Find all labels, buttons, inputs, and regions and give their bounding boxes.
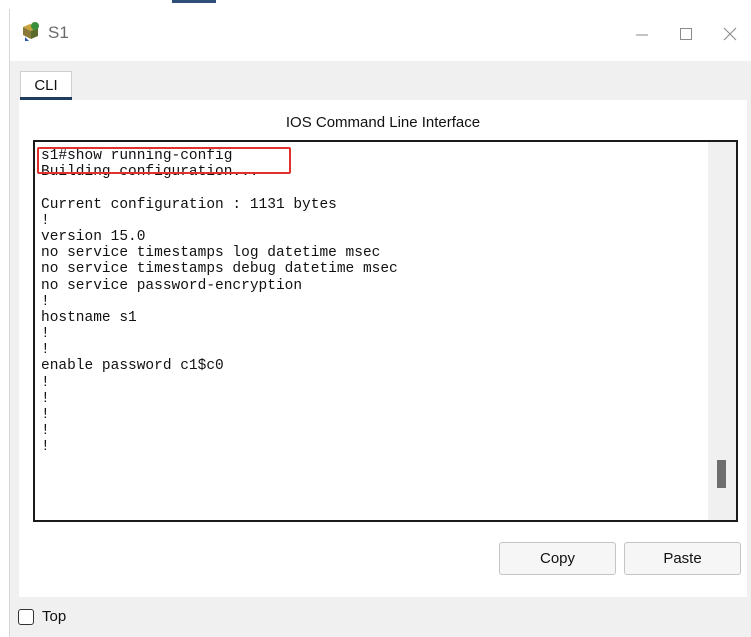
maximize-button[interactable] bbox=[666, 19, 706, 49]
minimize-button[interactable] bbox=[622, 19, 662, 49]
top-checkbox[interactable] bbox=[18, 609, 34, 625]
terminal-line: no service timestamps debug datetime mse… bbox=[41, 261, 398, 278]
panel-title: IOS Command Line Interface bbox=[285, 114, 481, 131]
terminal-line: ! bbox=[41, 212, 50, 229]
terminal-line: ! bbox=[41, 342, 50, 359]
copy-button[interactable]: Copy bbox=[499, 542, 616, 575]
bottom-bar: Top bbox=[10, 599, 751, 637]
close-button[interactable] bbox=[710, 19, 750, 49]
terminal-line: hostname s1 bbox=[41, 309, 137, 326]
terminal-scrollbar[interactable] bbox=[708, 142, 736, 520]
terminal-line: ! bbox=[41, 390, 50, 407]
terminal-line: ! bbox=[41, 407, 50, 423]
cli-panel: IOS Command Line Interface s1#show runni… bbox=[19, 100, 747, 597]
cli-terminal[interactable]: s1#show running-config Building configura… bbox=[33, 140, 738, 522]
maximize-icon bbox=[680, 28, 692, 40]
terminal-line: ! bbox=[41, 423, 50, 440]
taskbar-accent bbox=[172, 0, 216, 3]
terminal-line: no service timestamps log datetime msec bbox=[41, 245, 381, 262]
tab-bar: CLI bbox=[10, 61, 751, 101]
terminal-line: version 15.0 bbox=[41, 228, 146, 245]
terminal-line: Current configuration : 1131 bytes bbox=[41, 196, 337, 213]
terminal-line: ! bbox=[41, 326, 50, 343]
terminal-line: ! bbox=[41, 439, 50, 456]
terminal-line: ! bbox=[41, 374, 50, 391]
window-title: S1 bbox=[48, 23, 69, 42]
terminal-line: ! bbox=[41, 293, 50, 310]
top-checkbox-label: Top bbox=[42, 608, 67, 625]
desktop-background bbox=[0, 0, 751, 9]
title-bar[interactable]: S1 bbox=[10, 9, 751, 61]
terminal-output: s1#show running-config Building configura… bbox=[41, 148, 713, 456]
app-window: S1 CLI IOS Command Line Interface s1#sho… bbox=[9, 9, 751, 637]
terminal-line: no service password-encryption bbox=[41, 277, 303, 294]
switch-device-icon bbox=[20, 21, 42, 43]
close-icon bbox=[723, 27, 737, 41]
scrollbar-thumb[interactable] bbox=[717, 460, 726, 488]
tab-cli[interactable]: CLI bbox=[20, 71, 72, 99]
minimize-icon bbox=[636, 34, 648, 36]
paste-button[interactable]: Paste bbox=[624, 542, 741, 575]
command-highlight-box bbox=[37, 147, 291, 174]
terminal-line: enable password c1$c0 bbox=[41, 358, 224, 375]
